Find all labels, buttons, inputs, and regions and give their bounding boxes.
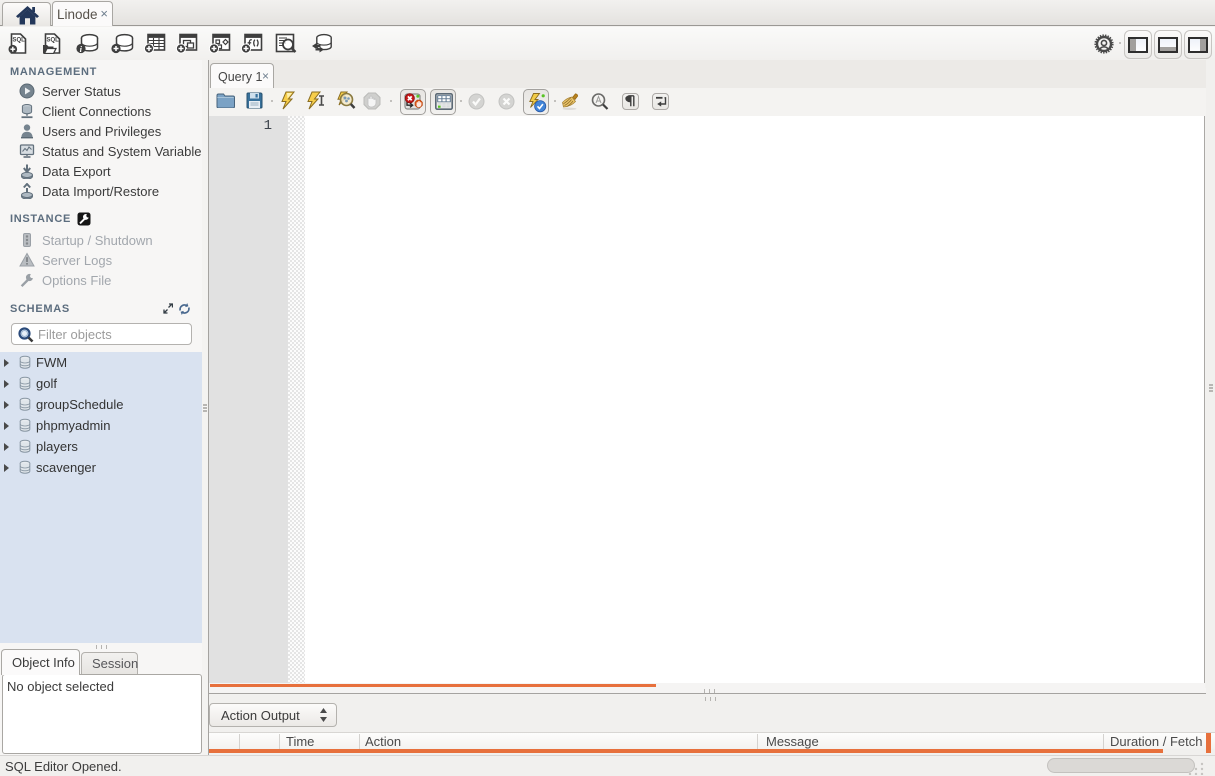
svg-text:SQL: SQL: [13, 38, 26, 44]
svg-text:SQL: SQL: [47, 38, 60, 44]
